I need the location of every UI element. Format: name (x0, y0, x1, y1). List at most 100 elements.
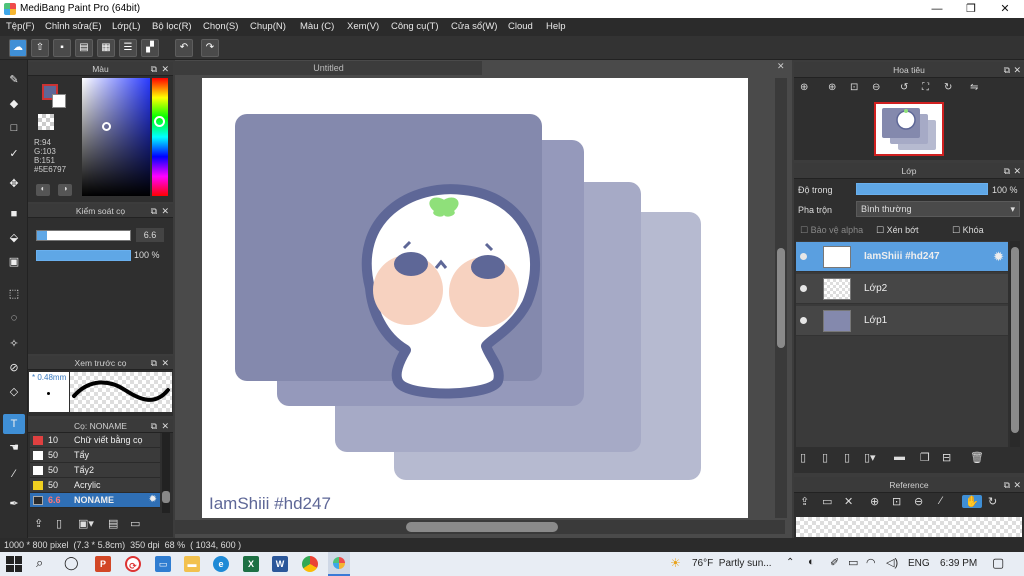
panel-detach-icon[interactable]: ⧉ (1004, 62, 1010, 78)
minimize-icon[interactable]: — (920, 0, 954, 18)
volume-icon[interactable]: ◁) (886, 556, 898, 569)
menu-file[interactable]: Tệp(F) (6, 21, 35, 32)
brush-tool-icon[interactable]: ✎ (3, 70, 25, 90)
brush-list-scrollbar[interactable] (162, 433, 170, 513)
delete-layer-icon[interactable]: 🗑 (970, 451, 984, 464)
merge-layer-icon[interactable]: ⊟ (942, 451, 951, 464)
brush-list-item-selected[interactable]: 6.6 NONAME ✹ (30, 493, 160, 508)
layout-icon[interactable]: ▞ (141, 39, 159, 57)
zoom-out-icon[interactable]: ⊖ (872, 82, 880, 93)
zoom-in-icon[interactable]: ⊕ (828, 82, 836, 93)
panel-detach-icon[interactable]: ⧉ (151, 356, 157, 370)
layer-opacity-slider[interactable] (856, 183, 988, 195)
medibang-taskbar-button[interactable] (328, 552, 350, 576)
new-halftone-layer-icon[interactable]: ▯ (822, 451, 828, 464)
layer-item[interactable]: Lớp2 (796, 274, 1008, 304)
sv-cursor[interactable] (102, 122, 111, 131)
chrome-icon[interactable] (302, 556, 318, 572)
document-tab-close-icon[interactable]: ✕ (777, 61, 785, 72)
notification-icon[interactable]: ▢ (992, 555, 1004, 571)
eyedropper-icon[interactable]: ⁄ (940, 495, 942, 507)
add-brush-icon[interactable]: ⇪ (34, 517, 43, 530)
start-icon[interactable] (6, 556, 22, 572)
select-eraser-tool-icon[interactable]: ◇ (3, 382, 25, 402)
text-tool-icon[interactable]: T (3, 414, 25, 434)
zoom-fit-icon[interactable]: ⊕ (800, 82, 808, 93)
lasso-tool-icon[interactable]: ◌ (3, 308, 25, 328)
layer-item[interactable]: Lớp1 (796, 306, 1008, 336)
palette-icon[interactable]: ◐ (36, 184, 50, 196)
comment-icon[interactable]: ▪ (53, 39, 71, 57)
clock[interactable]: 6:39 PM (940, 558, 977, 569)
panel-detach-icon[interactable]: ⧉ (1004, 163, 1010, 179)
layer-folder-icon[interactable]: ▬ (894, 451, 905, 463)
task-view-icon[interactable]: ◯ (64, 555, 79, 571)
brush-list-item[interactable]: 50 Tẩy (30, 448, 160, 463)
panel-close-icon[interactable]: ✕ (161, 356, 169, 370)
zoom-out-icon[interactable]: ⊖ (914, 495, 923, 508)
flip-icon[interactable]: ⇋ (970, 82, 978, 93)
layer-settings-icon[interactable]: ✹ (993, 249, 1004, 265)
menu-view[interactable]: Xem(V) (347, 21, 379, 32)
menu-layer[interactable]: Lớp(L) (112, 21, 140, 32)
move-tool-icon[interactable]: ✥ (3, 174, 25, 194)
canvas-vertical-scrollbar[interactable] (775, 78, 787, 518)
maximize-icon[interactable]: ❐ (954, 0, 988, 18)
panel-detach-icon[interactable]: ⧉ (151, 204, 157, 218)
visibility-icon[interactable] (800, 253, 807, 260)
panel-close-icon[interactable]: ✕ (1013, 62, 1021, 78)
brush-list-item[interactable]: 50 Tẩy2 (30, 463, 160, 478)
chat-icon[interactable]: ▤ (75, 39, 93, 57)
app-icon[interactable]: ⟳ (125, 556, 141, 572)
brush-opacity-slider[interactable] (36, 250, 131, 261)
color-wheel-icon[interactable]: ◑ (58, 184, 72, 196)
new-layer-icon[interactable]: ▯ (800, 451, 806, 464)
upload-icon[interactable]: ⇪ (800, 495, 809, 508)
eyedropper-tool-icon[interactable]: ⁄ (3, 464, 25, 484)
navigator-thumbnail[interactable] (874, 102, 944, 156)
cloud-icon[interactable]: ☁ (9, 39, 27, 57)
tray-app-icon[interactable]: ◐ (808, 556, 815, 568)
line-tool-icon[interactable]: ✓ (3, 144, 25, 164)
reference-view[interactable] (796, 517, 1022, 537)
battery-icon[interactable]: ▭ (848, 556, 858, 569)
brush-size-slider[interactable] (36, 230, 131, 241)
brush-list-item[interactable]: 50 Acrylic (30, 478, 160, 493)
bucket-tool-icon[interactable]: ⬙ (3, 228, 25, 248)
brush-properties-icon[interactable]: ▤ (108, 517, 118, 530)
weather-icon[interactable]: ☀ (670, 556, 681, 570)
wifi-icon[interactable]: ◠ (866, 556, 876, 569)
hue-cursor[interactable] (154, 116, 165, 127)
menu-edit[interactable]: Chỉnh sửa(E) (45, 21, 102, 32)
transparent-swatch[interactable] (38, 114, 54, 130)
brush-menu-icon[interactable]: ▣▾ (78, 517, 94, 530)
add-layer-menu-icon[interactable]: ▯▾ (864, 451, 876, 464)
menu-window[interactable]: Cửa sổ(W) (451, 21, 497, 32)
blend-mode-select[interactable]: Bình thường ▾ (856, 201, 1020, 217)
zoom-in-icon[interactable]: ⊕ (870, 495, 879, 508)
panel-close-icon[interactable]: ✕ (1013, 163, 1021, 179)
menu-snap[interactable]: Chụp(N) (250, 21, 286, 32)
brush-size-value[interactable]: 6.6 (136, 228, 164, 242)
new-brush-icon[interactable]: ▯ (56, 517, 62, 530)
panel-close-icon[interactable]: ✕ (161, 419, 169, 433)
panel-detach-icon[interactable]: ⧉ (151, 62, 157, 76)
pen-tool-icon[interactable]: ✒ (3, 494, 25, 514)
panel-icon[interactable]: ▦ (97, 39, 115, 57)
menu-filter[interactable]: Bộ lọc(R) (152, 21, 192, 32)
rotate-left-icon[interactable]: ↺ (900, 82, 908, 93)
gradient-tool-icon[interactable]: ▣ (3, 252, 25, 272)
dot-tool-icon[interactable]: □ (3, 118, 25, 138)
operation-tool-icon[interactable]: ☚ (3, 438, 25, 458)
brush-folder-icon[interactable]: ▭ (130, 517, 140, 530)
layer-list-scrollbar[interactable] (1010, 241, 1020, 447)
select-rect-tool-icon[interactable]: ⬚ (3, 284, 25, 304)
brush-settings-icon[interactable]: ✹ (149, 494, 157, 505)
eraser-tool-icon[interactable]: ◆ (3, 94, 25, 114)
menu-help[interactable]: Help (546, 21, 566, 32)
drawing-canvas[interactable]: IamShiii #hd247 (202, 78, 748, 518)
powerpoint-icon[interactable]: P (95, 556, 111, 572)
panel-close-icon[interactable]: ✕ (161, 204, 169, 218)
weather-text[interactable]: 76°F Partly sun... (692, 558, 772, 569)
undo-icon[interactable]: ↶ (175, 39, 193, 57)
